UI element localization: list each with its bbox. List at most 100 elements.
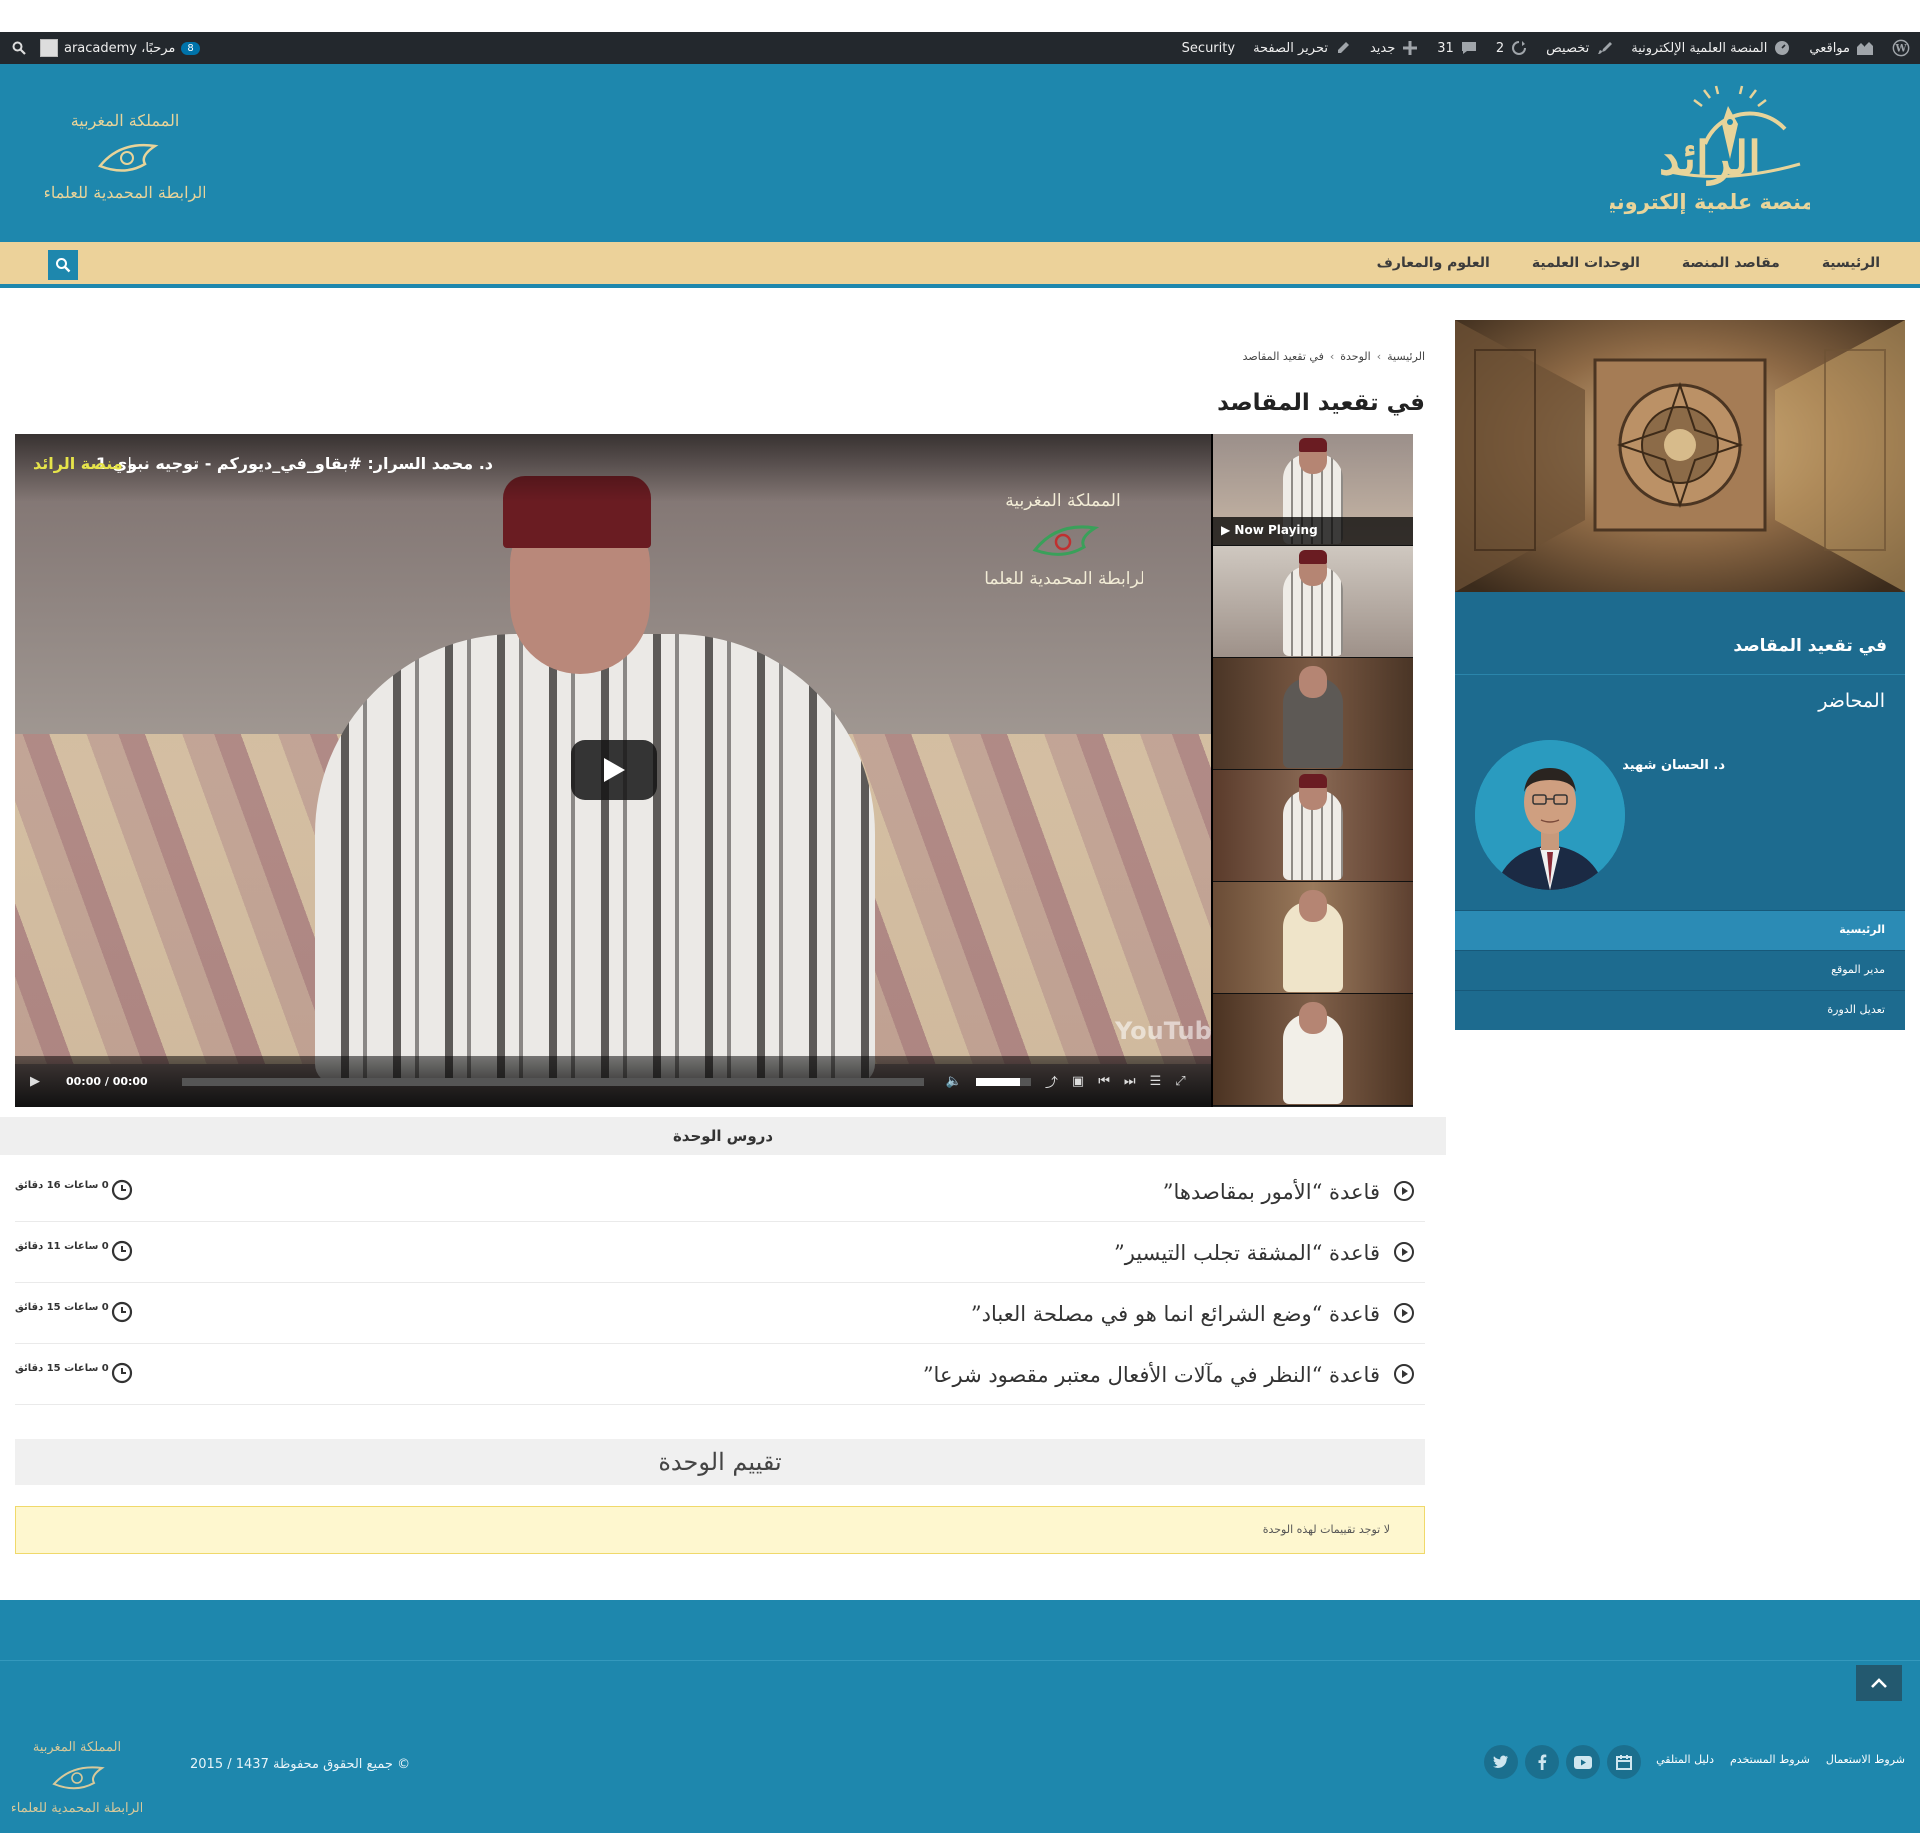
footer-divider [0,1660,1920,1661]
wordpress-menu[interactable]: W [1892,39,1910,57]
twitter-icon[interactable] [1484,1745,1518,1779]
sidebar-item-home[interactable]: الرئيسية [1455,910,1905,950]
playlist-item[interactable] [1213,658,1413,770]
league-logo: المملكة المغربية الرابطة المحمدية للعلما… [45,111,205,202]
admin-bar: W مواقعي المنصة العلمية الإلكترونية تخصي… [0,32,1920,64]
edit-page-link[interactable]: تحرير الصفحة [1253,39,1352,57]
play-circle-icon [1394,1242,1414,1262]
svg-text:المملكة المغربية: المملكة المغربية [71,111,180,130]
play-button[interactable] [571,740,657,800]
lesson-title[interactable]: قاعدة “الأمور بمقاصدها” [1163,1180,1380,1204]
share-icon[interactable]: ⤴ [1045,1072,1058,1091]
title-divider: | [127,454,133,473]
nav-search-button[interactable] [48,250,78,280]
progress-bar[interactable] [181,1077,924,1086]
breadcrumb-current: في تقعيد المقاصد [1242,350,1324,363]
playlist-icon[interactable]: ☰ [1150,1074,1162,1089]
playlist-item[interactable] [1213,546,1413,658]
breadcrumb-unit[interactable]: الوحدة [1340,350,1370,363]
search-icon[interactable] [10,39,28,57]
instructor-photo[interactable] [1475,740,1625,890]
breadcrumb-home[interactable]: الرئيسية [1387,350,1425,363]
updates-count: 2 [1495,40,1505,56]
page-title: في تقعيد المقاصد [1217,390,1425,416]
clock-icon [111,1362,133,1384]
lesson-duration: 0 ساعات 15 دقائق [15,1363,109,1374]
learner-guide-link[interactable]: دليل المتلقي [1656,1753,1714,1766]
clock-icon [111,1179,133,1201]
svg-text:منصة علمية إلكترونية: منصة علمية إلكترونية [1610,190,1810,214]
site-header: الرائد منصة علمية إلكترونية المملكة المغ… [0,64,1920,242]
svg-text:الرابطة المحمدية للعلماء: الرابطة المحمدية للعلماء [45,183,205,202]
sidebar-item-site-admin[interactable]: مدير الموقع [1455,950,1905,990]
instructor-portrait [1475,740,1625,890]
new-content-menu[interactable]: جديد [1370,39,1419,57]
lesson-item[interactable]: قاعدة “الأمور بمقاصدها” 0 ساعات 16 دقائق [15,1162,1425,1222]
my-sites-menu[interactable]: مواقعي [1809,39,1874,57]
calendar-icon[interactable] [1607,1745,1641,1779]
sidebar-item-edit-course[interactable]: تعديل الدورة [1455,990,1905,1030]
playlist-item[interactable]: ▶ Now Playing [1213,434,1413,546]
svg-text:W: W [1894,44,1907,55]
playlist-item[interactable] [1213,882,1413,994]
footer-links: شروط الاستعمال شروط المستخدم دليل المتلق… [1656,1753,1905,1766]
pencil-icon [1334,39,1352,57]
lesson-item[interactable]: قاعدة “النظر في مآلات الأفعال معتبر مقصو… [15,1345,1425,1405]
site-logo[interactable]: الرائد منصة علمية إلكترونية [1610,84,1810,219]
youtube-icon[interactable]: ▣ [1072,1074,1084,1089]
video-channel[interactable]: منصة الرائد [33,454,123,473]
nav-item-sciences[interactable]: العلوم والمعارف [1377,255,1490,271]
customize-label: تخصيص [1546,40,1590,56]
playlist-item[interactable] [1213,770,1413,882]
user-terms-link[interactable]: شروط المستخدم [1730,1753,1810,1766]
playlist-item[interactable] [1213,994,1413,1106]
thumbnail-speaker-hat [1299,774,1327,788]
avatar [40,39,58,57]
nav-item-units[interactable]: الوحدات العلمية [1532,255,1640,271]
lesson-item[interactable]: قاعدة “المشقة تجلب التيسير” 0 ساعات 11 د… [15,1223,1425,1283]
now-playing-label: ▶ Now Playing [1213,517,1413,545]
sites-icon [1856,39,1874,57]
back-to-top-button[interactable] [1856,1665,1902,1701]
comments-link[interactable]: 31 [1437,39,1478,57]
security-link[interactable]: Security [1182,41,1235,56]
svg-text:المملكة المغربية: المملكة المغربية [1005,491,1120,511]
thumbnail-speaker-head [1299,1002,1327,1034]
volume-icon[interactable]: 🔈 [946,1074,962,1089]
security-label: Security [1181,40,1236,56]
instructor-name[interactable]: د. الحسان شهيد [1622,758,1725,773]
greeting-label: مرحبًا، aracademy [64,40,176,56]
nav-item-purposes[interactable]: مقاصد المنصة [1682,255,1780,271]
terms-of-use-link[interactable]: شروط الاستعمال [1826,1753,1905,1766]
comment-icon [1460,39,1478,57]
site-name-label: المنصة العلمية الإلكترونية [1631,40,1768,56]
main-nav: الرئيسية مقاصد المنصة الوحدات العلمية ال… [0,242,1920,288]
lesson-item[interactable]: قاعدة “وضع الشرائع انما هو في مصلحة العب… [15,1284,1425,1344]
copyright-text: © جميع الحقوق محفوظة 1437 / 2015 [190,1757,411,1772]
my-account-menu[interactable]: مرحبًا، aracademy 8 [40,39,200,57]
volume-slider[interactable] [975,1077,1031,1086]
facebook-icon[interactable] [1525,1745,1559,1779]
nav-item-home[interactable]: الرئيسية [1822,255,1880,271]
video-title[interactable]: د. محمد السرار: #بقاو_في_ديوركم - توجيه … [96,454,493,473]
next-icon[interactable]: ⏭ [1124,1074,1136,1089]
sidebar-course-image [1455,320,1905,592]
my-sites-label: مواقعي [1809,40,1850,56]
lesson-title[interactable]: قاعدة “وضع الشرائع انما هو في مصلحة العب… [971,1302,1380,1326]
youtube-watermark[interactable]: YouTube [1115,1017,1211,1045]
fullscreen-icon[interactable]: ⤢ [1175,1074,1185,1089]
svg-text:الرابطة المحمدية للعلماء: الرابطة المحمدية للعلماء [12,1801,142,1816]
volume-fill [975,1077,1020,1086]
play-icon[interactable]: ▶ [30,1074,40,1089]
wordpress-icon: W [1892,39,1910,57]
chevron-left-icon: › [1329,350,1335,363]
video-frame[interactable]: د. محمد السرار: #بقاو_في_ديوركم - توجيه … [15,434,1211,1107]
youtube-icon[interactable] [1566,1745,1600,1779]
previous-icon[interactable]: ⏮ [1098,1074,1110,1089]
customize-link[interactable]: تخصيص [1546,39,1613,57]
lesson-title[interactable]: قاعدة “النظر في مآلات الأفعال معتبر مقصو… [923,1363,1380,1387]
lesson-title[interactable]: قاعدة “المشقة تجلب التيسير” [1114,1241,1380,1265]
notification-badge[interactable]: 8 [181,41,200,55]
site-name-menu[interactable]: المنصة العلمية الإلكترونية [1631,39,1791,57]
updates-link[interactable]: 2 [1496,39,1528,57]
